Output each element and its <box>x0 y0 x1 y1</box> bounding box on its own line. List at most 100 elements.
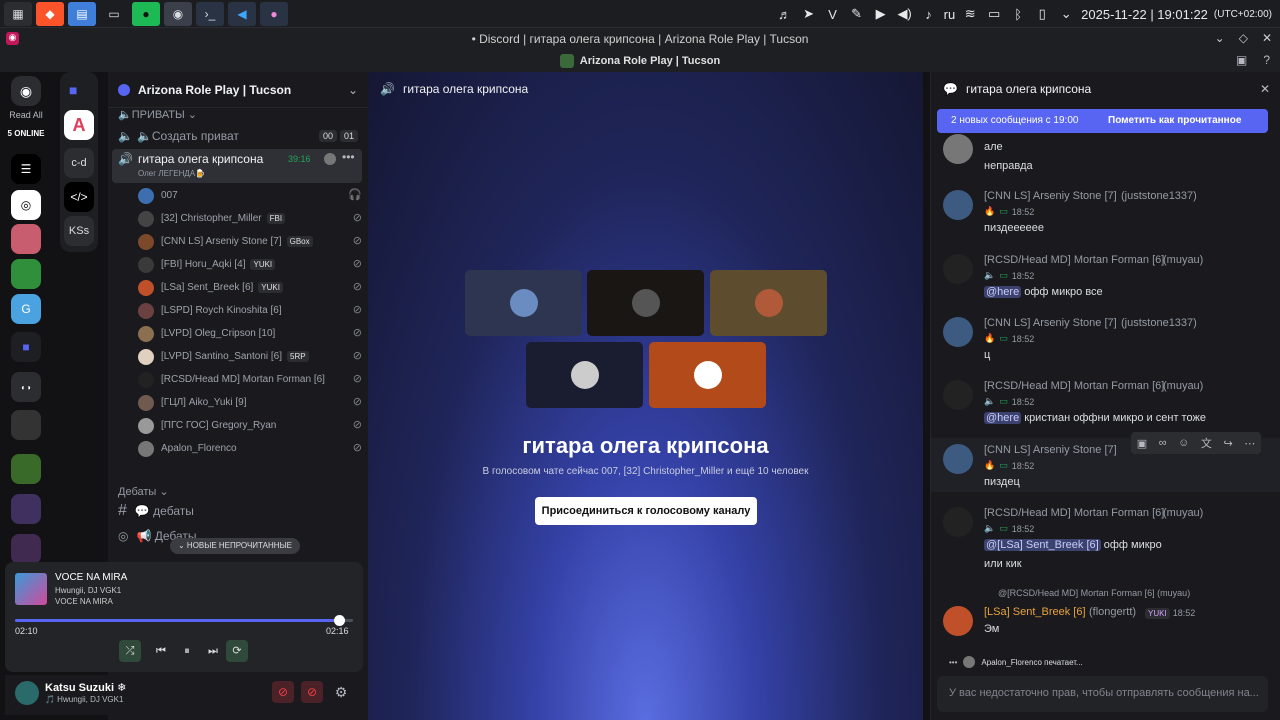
category-debates[interactable]: Дебаты ⌄ <box>108 485 179 498</box>
voice-user[interactable]: [ПГС ГОС] Gregory_Ryan ⊘ <box>108 414 368 437</box>
settings-gear-icon[interactable]: ⚙ <box>330 681 352 703</box>
media-play-icon[interactable]: ▶ <box>872 6 890 22</box>
voice-user[interactable]: [LVPD] Oleg_Cripson [10] ⊘ <box>108 322 368 345</box>
voice-user[interactable]: [32] Christopher_Miller FBI ⊘ <box>108 207 368 230</box>
server-menu-icon[interactable]: ☰ <box>11 154 41 184</box>
server-cluster-2-icon[interactable] <box>11 494 41 524</box>
participant-tile[interactable] <box>465 270 582 336</box>
translate-icon[interactable]: 文 <box>1201 435 1212 451</box>
voice-user[interactable]: [LVPD] Santino_Santoni [6] 5RP ⊘ <box>108 345 368 368</box>
discord-home-icon[interactable]: ◉ <box>11 76 41 106</box>
voice-user[interactable]: [FBI] Horu_Aqki [4] YUKI ⊘ <box>108 253 368 276</box>
monitor-app-icon[interactable]: ▭ <box>100 2 128 26</box>
shuffle-icon[interactable]: ⤮ <box>119 640 141 662</box>
participant-tile[interactable] <box>710 270 827 336</box>
category-private[interactable]: 🔈ПРИВАТЫ ⌄ <box>108 108 368 122</box>
join-voice-button[interactable]: Присоединиться к голосовому каналу <box>535 497 757 525</box>
voice-user[interactable]: Apalon_Florenco ⊘ <box>108 437 368 460</box>
inbox-icon[interactable]: ▣ <box>1236 53 1247 67</box>
pause-icon[interactable]: ⏸ <box>177 640 197 662</box>
close-window-icon[interactable]: ✕ <box>1262 31 1272 45</box>
server-kss[interactable]: KSs <box>64 216 94 246</box>
server-anime-icon[interactable] <box>11 224 41 254</box>
telegram-icon[interactable]: ➤ <box>800 6 818 22</box>
volume-icon[interactable]: ◀) <box>896 6 914 22</box>
chevron-down-icon[interactable]: ⌄ <box>1057 6 1075 22</box>
progress-track[interactable] <box>15 615 353 626</box>
user-activity: 🎵 Hwungii, DJ VGK1 <box>45 695 124 704</box>
mark-read-button[interactable]: Пометить как прочитанное <box>1108 115 1241 126</box>
wifi-icon[interactable]: ≋ <box>961 6 979 22</box>
participant-tile[interactable] <box>526 342 643 408</box>
server-cluster-icon[interactable] <box>11 454 41 484</box>
paint-icon[interactable]: ✎ <box>848 6 866 22</box>
minimize-icon[interactable]: ⌄ <box>1215 31 1225 45</box>
server-game-icon[interactable] <box>11 259 41 289</box>
help-icon[interactable]: ? <box>1263 53 1270 67</box>
voice-user[interactable]: [RCSD/Head MD] Mortan Forman [6] ⊘ <box>108 368 368 391</box>
server-group-icon[interactable]: ◐◑ <box>11 372 41 402</box>
read-all-button[interactable]: Read All <box>0 110 52 120</box>
channel-debates-text[interactable]: # 💬 дебаты <box>108 500 368 522</box>
repeat-icon[interactable]: ⟳ <box>226 640 248 662</box>
vscode-icon[interactable]: ◀ <box>228 1 256 26</box>
close-chat-icon[interactable]: ✕ <box>1260 82 1270 96</box>
server-header[interactable]: Arizona Role Play | Tucson ⌄ <box>108 72 368 108</box>
server-cd[interactable]: c-d <box>64 148 94 178</box>
server-g-icon[interactable]: G <box>11 294 41 324</box>
reply-reference[interactable]: @[RCSD/Head MD] Mortan Forman [6] (muyau… <box>998 588 1190 598</box>
server-avatar-icon[interactable] <box>11 410 41 440</box>
clock[interactable]: 2025-11-22 | 19:01:22 <box>1081 7 1208 22</box>
battery-icon[interactable]: ▭ <box>985 6 1003 22</box>
mention[interactable]: @[LSa] Sent_Breek [6] <box>984 539 1101 551</box>
spotify-icon[interactable]: ● <box>132 1 160 26</box>
server-chatgpt-icon[interactable]: ◎ <box>11 190 41 220</box>
folder-icon[interactable]: ■ <box>69 82 77 98</box>
user-avatar[interactable] <box>15 681 39 705</box>
server-folder-icon[interactable]: ■ <box>11 332 41 362</box>
vk-icon[interactable]: V <box>824 7 842 22</box>
brave-browser-icon[interactable]: ◆ <box>36 1 64 26</box>
bluetooth-icon[interactable]: ᛒ <box>1009 7 1027 22</box>
headphones-muted-icon[interactable]: ⊘ <box>301 681 323 703</box>
maximize-icon[interactable]: ◇ <box>1239 31 1248 45</box>
more-icon[interactable]: ⋯ <box>1244 437 1255 450</box>
voice-user[interactable]: 007 🎧 <box>108 184 368 207</box>
more-options-icon[interactable]: ••• <box>342 150 355 164</box>
reaction-icon[interactable]: ☺ <box>1178 437 1189 449</box>
discord-taskbar-icon[interactable]: ◉ <box>164 1 192 26</box>
keyboard-layout[interactable]: ru <box>944 7 956 22</box>
server-cluster-3-icon[interactable] <box>11 534 41 564</box>
microphone-icon[interactable]: ♪ <box>920 7 938 22</box>
mention[interactable]: @here <box>984 286 1022 298</box>
notification-icon[interactable]: ♬ <box>776 7 794 22</box>
progress-knob[interactable] <box>334 615 346 626</box>
voice-user[interactable]: [LSPD] Roych Kinoshita [6] ⊘ <box>108 299 368 322</box>
voice-user[interactable]: [LSa] Sent_Breek [6] YUKI ⊘ <box>108 276 368 299</box>
voice-user[interactable]: [ГЦЛ] Aiko_Yuki [9] ⊘ <box>108 391 368 414</box>
mic-muted-icon[interactable]: ⊘ <box>272 681 294 703</box>
message-input[interactable]: У вас недостаточно прав, чтобы отправлят… <box>937 676 1268 712</box>
participant-tile[interactable] <box>649 342 766 408</box>
server-arizona-icon[interactable]: A <box>64 110 94 140</box>
link-icon[interactable]: ∞ <box>1159 437 1167 449</box>
app-icon[interactable]: ▣ <box>1137 437 1147 450</box>
app-grid-icon[interactable]: ▦ <box>4 1 32 26</box>
chevron-down-icon[interactable]: ⌄ <box>348 83 358 97</box>
forward-icon[interactable]: ↪ <box>1223 437 1232 450</box>
terminal-icon[interactable]: ›_ <box>196 1 224 26</box>
pink-app-icon[interactable]: ● <box>260 1 288 26</box>
mention[interactable]: @here <box>984 412 1022 424</box>
participant-tile[interactable] <box>587 270 704 336</box>
next-icon[interactable]: ⏭ <box>203 640 223 662</box>
code-icon[interactable]: </> <box>64 182 94 212</box>
clipboard-icon[interactable]: ▯ <box>1033 6 1051 22</box>
new-unread-pill[interactable]: ⌄ НОВЫЕ НЕПРОЧИТАННЫЕ <box>170 538 300 554</box>
channel-create-private[interactable]: 🔈 🔈Создать приват 00 01 <box>108 125 368 147</box>
voice-user[interactable]: [CNN LS] Arseniy Stone [7] GBox ⊘ <box>108 230 368 253</box>
active-voice-channel[interactable]: 🔊 гитара олега крипсона 39:16 ••• Олег Л… <box>112 149 362 183</box>
previous-icon[interactable]: ⏮ <box>151 640 171 662</box>
stage-header: 🔊 гитара олега крипсона <box>380 82 528 96</box>
file-manager-icon[interactable]: ▤ <box>68 1 96 26</box>
new-messages-banner[interactable]: 2 новых сообщения с 19:00 Пометить как п… <box>937 109 1268 133</box>
